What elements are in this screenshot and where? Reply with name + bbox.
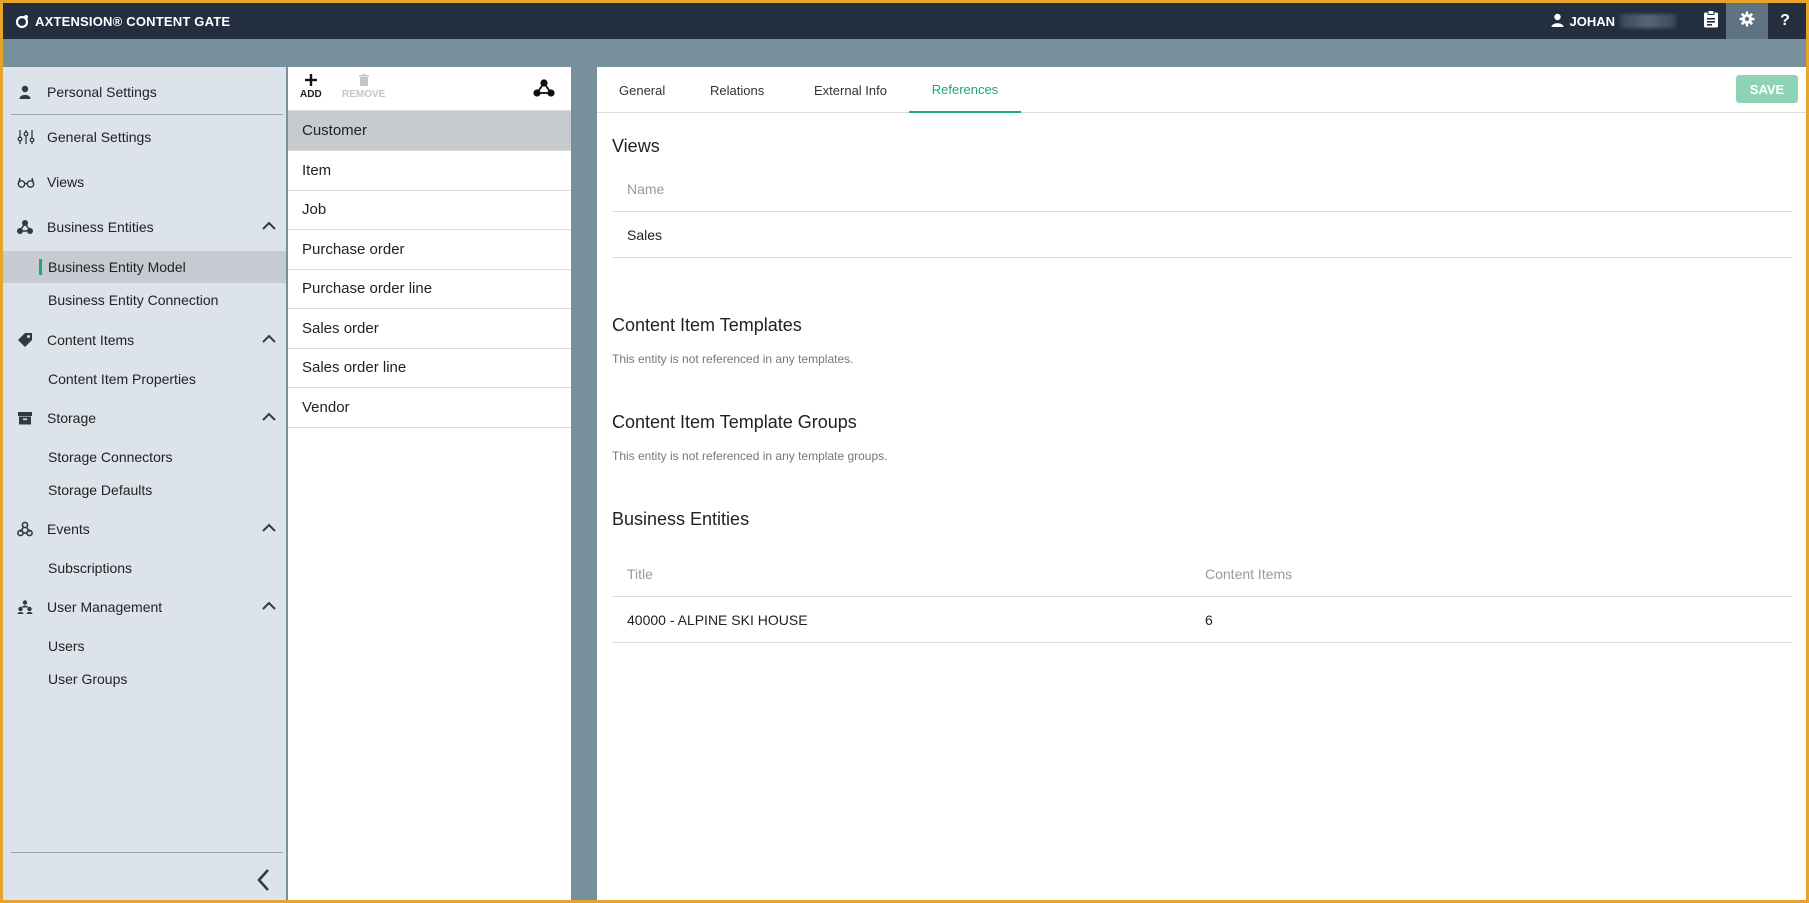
template-groups-empty-note: This entity is not referenced in any tem…: [612, 449, 888, 463]
sliders-icon: [17, 129, 35, 145]
chevron-up-icon[interactable]: [260, 408, 278, 426]
sidebar-item-content-items[interactable]: Content Items: [3, 322, 286, 358]
business-entity-title-cell: 40000 - ALPINE SKI HOUSE: [627, 612, 808, 628]
person-icon: [17, 84, 33, 100]
entity-item-sales-order[interactable]: Sales order: [288, 309, 571, 349]
entity-item-purchase-order[interactable]: Purchase order: [288, 230, 571, 270]
templates-empty-note: This entity is not referenced in any tem…: [612, 352, 854, 366]
views-section-title: Views: [612, 136, 660, 156]
app-window: AXTENSION® CONTENT GATE JOHAN ? Personal…: [3, 3, 1806, 900]
entity-item-vendor[interactable]: Vendor: [288, 388, 571, 428]
sidebar-item-storage-defaults[interactable]: Storage Defaults: [3, 474, 286, 506]
sidebar-item-business-entity-connection[interactable]: Business Entity Connection: [3, 284, 286, 316]
top-bar: AXTENSION® CONTENT GATE JOHAN ?: [3, 3, 1806, 39]
column-header-title[interactable]: Title: [627, 551, 653, 597]
tab-external-info[interactable]: External Info: [814, 67, 887, 113]
sidebar-item-business-entity-model[interactable]: Business Entity Model: [3, 251, 286, 283]
tab-general[interactable]: General: [619, 67, 665, 113]
chevron-up-icon[interactable]: [260, 519, 278, 537]
user-name: JOHAN: [1569, 13, 1615, 29]
sidebar: Personal Settings General Settings Views…: [3, 67, 286, 900]
chevron-up-icon[interactable]: [260, 217, 278, 235]
chevron-left-icon: [253, 869, 275, 897]
entity-list-panel: ADD REMOVE Customer Item Job Purchase or…: [288, 67, 571, 900]
sidebar-item-storage[interactable]: Storage: [3, 400, 286, 436]
templates-section-title: Content Item Templates: [612, 315, 802, 335]
business-entities-table-header: Title Content Items: [612, 551, 1793, 597]
help-button[interactable]: ?: [1764, 3, 1806, 39]
sidebar-item-user-management[interactable]: User Management: [3, 589, 286, 625]
sidebar-item-users[interactable]: Users: [3, 630, 286, 662]
sidebar-item-business-entities[interactable]: Business Entities: [3, 209, 286, 245]
sidebar-item-storage-connectors[interactable]: Storage Connectors: [3, 441, 286, 473]
tab-references[interactable]: References: [909, 67, 1021, 113]
archive-icon: [17, 410, 33, 426]
user-surname-redacted: [1620, 14, 1676, 28]
sidebar-item-events[interactable]: Events: [3, 511, 286, 547]
user-menu[interactable]: JOHAN: [1551, 3, 1676, 39]
chevron-up-icon[interactable]: [260, 330, 278, 348]
business-entities-section-title: Business Entities: [612, 509, 750, 529]
column-header-name[interactable]: Name: [627, 166, 664, 212]
remove-button[interactable]: REMOVE: [342, 71, 385, 100]
template-groups-section-title: Content Item Template Groups: [612, 412, 857, 432]
entity-item-sales-order-line[interactable]: Sales order line: [288, 348, 571, 388]
business-entities-table-row[interactable]: 40000 - ALPINE SKI HOUSE 6: [612, 597, 1793, 643]
glasses-icon: [17, 174, 35, 190]
app-brand[interactable]: AXTENSION® CONTENT GATE: [15, 3, 230, 39]
sidebar-item-subscriptions[interactable]: Subscriptions: [3, 552, 286, 584]
views-table-row[interactable]: Sales: [612, 212, 1793, 258]
gear-icon: [1739, 11, 1755, 32]
logo-icon: [15, 14, 29, 28]
collapse-sidebar-button[interactable]: [253, 867, 275, 893]
entity-item-purchase-order-line[interactable]: Purchase order line: [288, 269, 571, 309]
view-name-cell: Sales: [627, 227, 663, 243]
sidebar-bottom-divider: [11, 852, 283, 853]
settings-button[interactable]: [1726, 3, 1768, 39]
app-title: AXTENSION® CONTENT GATE: [35, 13, 231, 29]
sidebar-item-content-item-properties[interactable]: Content Item Properties: [3, 363, 286, 395]
person-icon: [1551, 13, 1564, 30]
add-button[interactable]: ADD: [300, 71, 322, 100]
users-icon: [17, 599, 33, 615]
sidebar-item-user-groups[interactable]: User Groups: [3, 663, 286, 695]
trash-icon: [358, 71, 369, 89]
column-header-content-items[interactable]: Content Items: [1205, 551, 1292, 597]
sidebar-divider: [11, 114, 283, 115]
entity-item-customer[interactable]: Customer: [288, 111, 571, 151]
entity-graph-button[interactable]: [533, 78, 555, 98]
tab-relations[interactable]: Relations: [710, 67, 764, 113]
entity-list-toolbar: ADD REMOVE: [288, 67, 571, 111]
entities-icon: [533, 79, 555, 102]
views-table-header: Name: [612, 166, 1793, 212]
business-entity-content-items-cell: 6: [1205, 612, 1213, 628]
sidebar-item-views[interactable]: Views: [3, 164, 286, 200]
tag-icon: [17, 332, 33, 348]
webhook-icon: [17, 521, 33, 537]
entities-icon: [17, 219, 33, 235]
sidebar-item-personal-settings[interactable]: Personal Settings: [3, 74, 286, 110]
plus-icon: [304, 71, 317, 89]
save-button[interactable]: SAVE: [1736, 75, 1798, 103]
sidebar-item-general-settings[interactable]: General Settings: [3, 119, 286, 155]
entity-item-job[interactable]: Job: [288, 190, 571, 230]
help-icon: ?: [1780, 12, 1790, 29]
chevron-up-icon[interactable]: [260, 597, 278, 615]
entity-detail-panel: General Relations External Info Referenc…: [597, 67, 1806, 900]
detail-tabs: General Relations External Info Referenc…: [597, 67, 1806, 113]
entity-item-item[interactable]: Item: [288, 151, 571, 191]
clipboard-icon: [1703, 9, 1719, 33]
